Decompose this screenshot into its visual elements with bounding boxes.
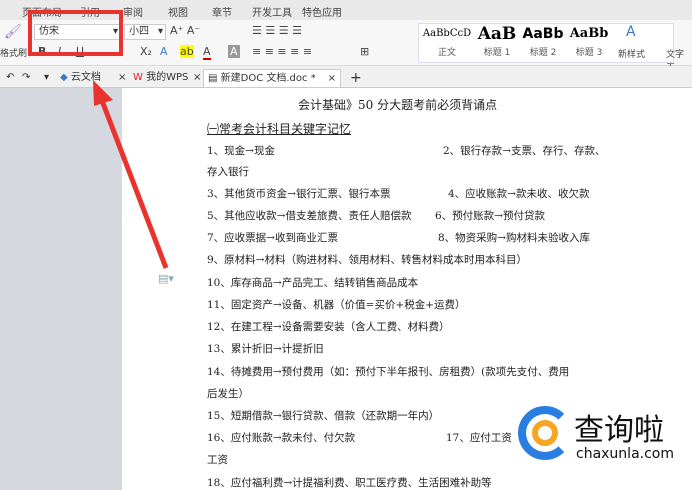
watermark-domain: chaxunla.com: [576, 446, 674, 462]
magnifier-icon: [532, 420, 558, 446]
watermark-name: 查询啦: [574, 413, 664, 448]
